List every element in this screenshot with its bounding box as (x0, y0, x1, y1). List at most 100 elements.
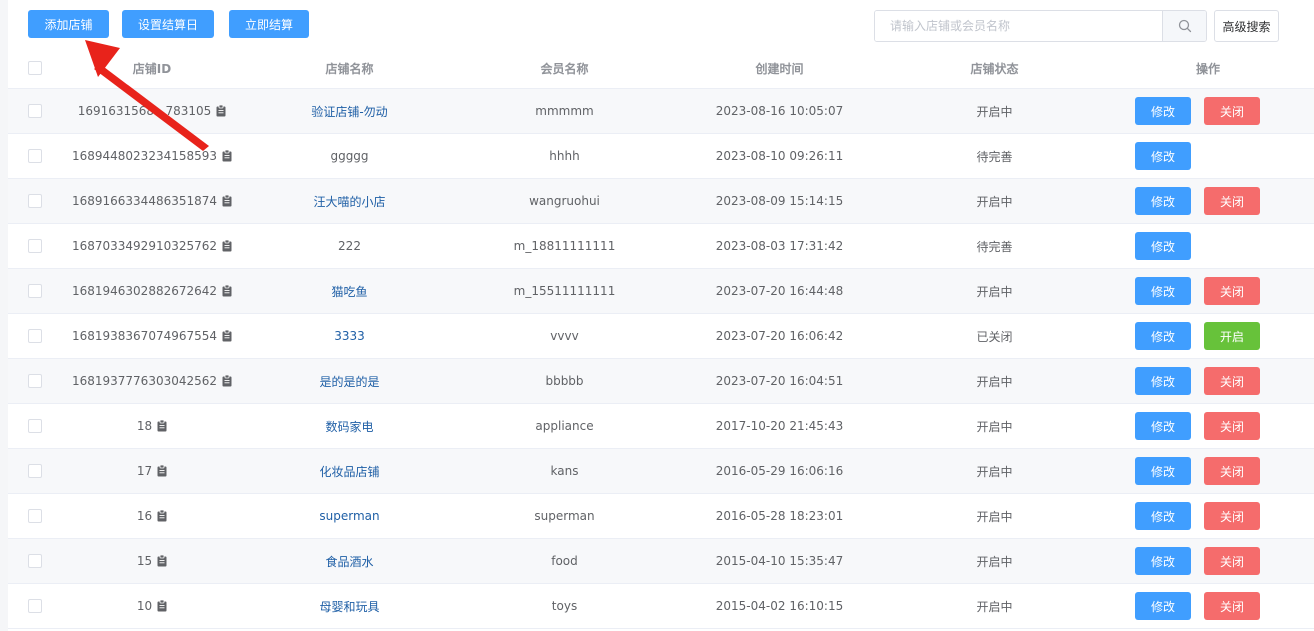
search-input[interactable] (875, 11, 1162, 41)
shop-management-page: 添加店铺 设置结算日 立即结算 高级搜索 店铺ID 店铺名称 会员名称 创建时间… (0, 0, 1314, 631)
row-checkbox[interactable] (28, 599, 42, 613)
edit-shop-button[interactable]: 修改 (1135, 187, 1191, 215)
search-button[interactable] (1162, 11, 1206, 41)
shop-status: 开启中 (976, 464, 1013, 479)
shop-name[interactable]: 食品酒水 (325, 553, 373, 570)
clipboard-icon[interactable] (157, 555, 167, 567)
row-checkbox[interactable] (28, 464, 42, 478)
header-shop-status[interactable]: 店铺状态 (887, 48, 1102, 88)
shop-id: 1681937776303042562 (71, 374, 218, 388)
select-all-checkbox[interactable] (28, 61, 42, 75)
clipboard-icon[interactable] (222, 240, 232, 252)
member-name: mmmmm (535, 104, 594, 118)
shop-id: 10 (136, 599, 153, 613)
edit-shop-button[interactable]: 修改 (1135, 232, 1191, 260)
header-shop-id[interactable]: 店铺ID (62, 48, 242, 88)
close-shop-button[interactable]: 关闭 (1204, 457, 1260, 485)
edit-shop-button[interactable]: 修改 (1135, 97, 1191, 125)
add-shop-button[interactable]: 添加店铺 (28, 10, 109, 38)
created-time: 2023-08-09 15:14:15 (715, 194, 844, 208)
shop-name[interactable]: 是的是的是 (319, 373, 379, 390)
clipboard-icon[interactable] (157, 510, 167, 522)
close-shop-button[interactable]: 关闭 (1204, 97, 1260, 125)
created-time: 2016-05-28 18:23:01 (715, 509, 844, 523)
clipboard-icon[interactable] (157, 600, 167, 612)
clipboard-icon[interactable] (157, 420, 167, 432)
edit-shop-button[interactable]: 修改 (1135, 412, 1191, 440)
shop-id-cell: 18 (62, 404, 242, 448)
row-checkbox[interactable] (28, 194, 42, 208)
shop-status: 待完善 (976, 149, 1013, 164)
shop-name-cell: 验证店铺-勿动 (242, 89, 457, 133)
edit-shop-button[interactable]: 修改 (1135, 322, 1191, 350)
edit-shop-button[interactable]: 修改 (1135, 592, 1191, 620)
shop-id: 17 (136, 464, 153, 478)
close-shop-button[interactable]: 关闭 (1204, 367, 1260, 395)
clipboard-icon[interactable] (222, 195, 232, 207)
member-name: m_15511111111 (513, 284, 616, 298)
shop-name[interactable]: 猫吃鱼 (331, 283, 367, 300)
shop-name[interactable]: superman (319, 509, 379, 523)
edit-shop-button[interactable]: 修改 (1135, 502, 1191, 530)
advanced-search-button[interactable]: 高级搜索 (1214, 10, 1279, 42)
row-checkbox[interactable] (28, 104, 42, 118)
shop-id: 1689448023234158593 (71, 149, 218, 163)
clipboard-icon[interactable] (222, 375, 232, 387)
table-row: 16 superman superman 2016-05-28 18:23:01 开启中… (8, 494, 1314, 539)
row-checkbox[interactable] (28, 374, 42, 388)
row-checkbox[interactable] (28, 149, 42, 163)
clipboard-icon[interactable] (222, 330, 232, 342)
close-shop-button[interactable]: 关闭 (1204, 502, 1260, 530)
close-shop-button[interactable]: 关闭 (1204, 277, 1260, 305)
close-shop-button[interactable]: 关闭 (1204, 592, 1260, 620)
row-checkbox[interactable] (28, 554, 42, 568)
row-checkbox[interactable] (28, 284, 42, 298)
clipboard-icon[interactable] (157, 465, 167, 477)
operations-cell: 修改 关闭 (1102, 494, 1314, 538)
clipboard-icon[interactable] (222, 150, 232, 162)
header-shop-name[interactable]: 店铺名称 (242, 48, 457, 88)
shop-name-cell: 是的是的是 (242, 359, 457, 403)
close-shop-button[interactable]: 关闭 (1204, 547, 1260, 575)
edit-shop-button[interactable]: 修改 (1135, 457, 1191, 485)
member-name: toys (551, 599, 578, 613)
settle-now-button[interactable]: 立即结算 (229, 10, 309, 38)
table-row: 18 数码家电 appliance 2017-10-20 21:45:43 开启中 修改关… (8, 404, 1314, 449)
set-settlement-day-button[interactable]: 设置结算日 (122, 10, 214, 38)
clipboard-icon[interactable] (216, 105, 226, 117)
member-name: bbbbb (545, 374, 584, 388)
shop-name[interactable]: 化妆品店铺 (319, 463, 379, 480)
member-name: vvvv (550, 329, 579, 343)
close-shop-button[interactable]: 关闭 (1204, 412, 1260, 440)
shop-status: 开启中 (976, 104, 1013, 119)
shop-id-cell: 15 (62, 539, 242, 583)
edit-shop-button[interactable]: 修改 (1135, 142, 1191, 170)
toolbar: 添加店铺 设置结算日 立即结算 高级搜索 (8, 0, 1314, 48)
close-shop-button[interactable]: 关闭 (1204, 187, 1260, 215)
header-member-name[interactable]: 会员名称 (457, 48, 672, 88)
operations-cell: 修改 关闭 (1102, 359, 1314, 403)
edit-shop-button[interactable]: 修改 (1135, 367, 1191, 395)
row-select-cell (8, 179, 62, 223)
edit-shop-button[interactable]: 修改 (1135, 277, 1191, 305)
created-time: 2015-04-02 16:10:15 (715, 599, 844, 613)
open-shop-button[interactable]: 开启 (1204, 322, 1260, 350)
row-checkbox[interactable] (28, 329, 42, 343)
row-checkbox[interactable] (28, 509, 42, 523)
edit-shop-button[interactable]: 修改 (1135, 547, 1191, 575)
shop-name[interactable]: 验证店铺-勿动 (311, 103, 387, 120)
shop-name[interactable]: 母婴和玩具 (319, 598, 379, 615)
shop-name[interactable]: 3333 (334, 329, 365, 343)
shop-id-cell: 1681946302882672642 (62, 269, 242, 313)
row-checkbox[interactable] (28, 239, 42, 253)
table-row: 1689166334486351874 汪大喵的小店 wangruohui 2023-… (8, 179, 1314, 224)
shop-name[interactable]: 数码家电 (325, 418, 373, 435)
shop-id-cell: 17 (62, 449, 242, 493)
created-time: 2017-10-20 21:45:43 (715, 419, 844, 433)
table-row: 17 化妆品店铺 kans 2016-05-29 16:06:16 开启中 修改 关闭 (8, 449, 1314, 494)
clipboard-icon[interactable] (222, 285, 232, 297)
shop-name[interactable]: 汪大喵的小店 (313, 193, 385, 210)
header-created-time[interactable]: 创建时间 (672, 48, 887, 88)
shop-name-cell: 猫吃鱼 (242, 269, 457, 313)
row-checkbox[interactable] (28, 419, 42, 433)
